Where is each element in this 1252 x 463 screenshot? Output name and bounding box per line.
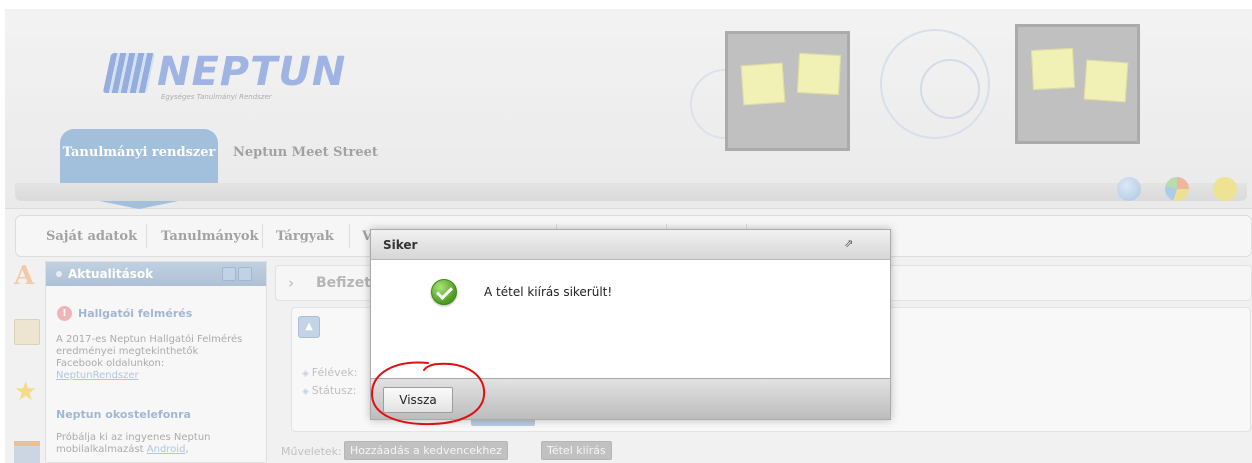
dialog-message: A tétel kiírás sikerült! [484,285,613,299]
dialog-titlebar[interactable]: Siker ⇗ [371,230,890,260]
success-dialog: Siker ⇗ A tétel kiírás sikerült! Vissza [370,229,891,420]
dialog-title: Siker [383,238,418,252]
back-button[interactable]: Vissza [383,387,453,413]
popout-icon[interactable]: ⇗ [844,238,856,250]
dialog-footer: Vissza [371,378,890,419]
success-check-icon [431,279,457,305]
